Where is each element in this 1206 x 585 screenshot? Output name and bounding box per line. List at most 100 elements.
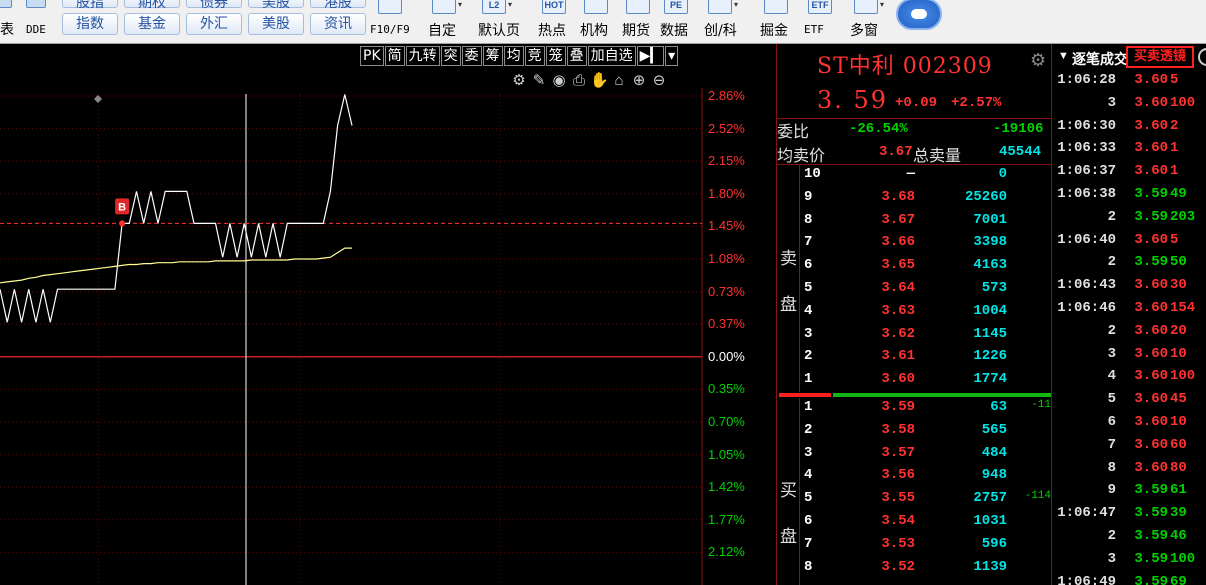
chart-tool-button[interactable]: 均 bbox=[503, 46, 524, 66]
zoom-in-icon[interactable]: ⊕ bbox=[630, 72, 648, 90]
buy-level-row[interactable]: 4 3.56 948 bbox=[777, 467, 1053, 490]
toolbar-label[interactable]: 表 bbox=[0, 19, 14, 39]
buy-level-row[interactable]: 5 3.55 2757 -114 bbox=[777, 490, 1053, 513]
toolbar-item-label[interactable]: 默认页 bbox=[478, 20, 520, 40]
buy-level-row[interactable]: 2 3.58 565 bbox=[777, 422, 1053, 445]
market-button[interactable]: 美股 bbox=[248, 0, 304, 11]
chart-tool-button[interactable]: 竞 bbox=[524, 46, 545, 66]
chart-tool-button[interactable]: PK bbox=[360, 46, 384, 66]
chart-tool-button[interactable]: 简 bbox=[384, 46, 405, 66]
sell-level-row[interactable]: 8 3.67 7001 bbox=[777, 212, 1053, 235]
zoom-out-icon[interactable]: ⊖ bbox=[650, 72, 668, 90]
toolbar-item-label[interactable]: 期货 bbox=[622, 20, 650, 40]
buy-level-row[interactable]: 3 3.57 484 bbox=[777, 445, 1053, 468]
sell-level-row[interactable]: 1 3.60 1774 bbox=[777, 371, 1053, 394]
trade-row[interactable]: 1:06:30 3.60 2 bbox=[1052, 118, 1206, 141]
buy-level-row[interactable]: 7 3.53 596 bbox=[777, 536, 1053, 559]
trade-row[interactable]: 1:06:49 3.59 69 bbox=[1052, 574, 1206, 585]
dropdown-arrow-icon[interactable]: ▾ bbox=[880, 0, 888, 12]
etf-icon[interactable]: ETF bbox=[808, 0, 832, 14]
lens-tab[interactable]: 买卖透镜 bbox=[1126, 46, 1194, 68]
chart-tool-button[interactable]: 筹 bbox=[482, 46, 503, 66]
dropdown-arrow-icon[interactable]: ▼ bbox=[1058, 50, 1069, 62]
settings-icon[interactable]: ⚙ bbox=[510, 72, 528, 90]
dropdown-arrow-icon[interactable]: ▾ bbox=[734, 0, 742, 12]
eye-icon[interactable]: ◉ bbox=[550, 72, 568, 90]
draw-icon[interactable]: ✎ bbox=[530, 72, 548, 90]
customize-icon[interactable] bbox=[432, 0, 456, 14]
data-icon[interactable]: PE bbox=[664, 0, 688, 14]
stock-title[interactable]: ST中利 002309 bbox=[817, 48, 993, 80]
sell-level-row[interactable]: 9 3.68 25260 bbox=[777, 189, 1053, 212]
trade-row[interactable]: 1:06:33 3.60 1 bbox=[1052, 140, 1206, 163]
quote-icon[interactable] bbox=[0, 0, 12, 8]
market-button[interactable]: 外汇 bbox=[186, 13, 242, 35]
market-button[interactable]: 指数 bbox=[62, 13, 118, 35]
trade-row[interactable]: 3 3.60 100 bbox=[1052, 95, 1206, 118]
toolbar-item-label[interactable]: 自定 bbox=[428, 20, 456, 40]
trade-row[interactable]: 1:06:46 3.60 154 bbox=[1052, 300, 1206, 323]
trade-row[interactable]: 1:06:38 3.59 49 bbox=[1052, 186, 1206, 209]
trade-row[interactable]: 4 3.60 100 bbox=[1052, 368, 1206, 391]
buy-level-row[interactable]: 8 3.52 1139 bbox=[777, 559, 1053, 582]
chart-tool-button[interactable]: 九转 bbox=[405, 46, 440, 66]
trade-row[interactable]: 7 3.60 60 bbox=[1052, 437, 1206, 460]
dde-icon[interactable] bbox=[26, 0, 46, 8]
sell-level-row[interactable]: 2 3.61 1226 bbox=[777, 348, 1053, 371]
trade-row[interactable]: 8 3.60 80 bbox=[1052, 460, 1206, 483]
buy-level-row[interactable]: 1 3.59 63 -11 bbox=[777, 399, 1053, 422]
hot-icon[interactable]: HOT bbox=[542, 0, 566, 14]
trade-row[interactable]: 9 3.59 61 bbox=[1052, 482, 1206, 505]
chart-tool-button[interactable]: 叠 bbox=[566, 46, 587, 66]
trade-row[interactable]: 1:06:47 3.59 39 bbox=[1052, 505, 1206, 528]
chart-tool-button[interactable]: 加自选 bbox=[587, 46, 636, 66]
market-button[interactable]: 股指 bbox=[62, 0, 118, 11]
market-button[interactable]: 债券 bbox=[186, 0, 242, 11]
chart-tool-button[interactable]: 笼 bbox=[545, 46, 566, 66]
sell-level-row[interactable]: 10 — 0 bbox=[777, 166, 1053, 189]
dropdown-arrow-icon[interactable]: ▾ bbox=[458, 0, 466, 12]
buy-level-row[interactable]: 6 3.54 1031 bbox=[777, 513, 1053, 536]
toolbar-item-label[interactable]: F10/F9 bbox=[370, 23, 410, 36]
chart-tool-button[interactable]: 突 bbox=[440, 46, 461, 66]
trade-row[interactable]: 1:06:37 3.60 1 bbox=[1052, 163, 1206, 186]
trade-row[interactable]: 6 3.60 10 bbox=[1052, 414, 1206, 437]
print-icon[interactable]: ⎙ bbox=[570, 72, 588, 90]
sell-level-row[interactable]: 5 3.64 573 bbox=[777, 280, 1053, 303]
toolbar-item-label[interactable]: 掘金 bbox=[760, 20, 788, 40]
market-button[interactable]: 资讯 bbox=[310, 13, 366, 35]
chart-tool-button[interactable]: 委 bbox=[461, 46, 482, 66]
L2-icon[interactable]: L2 bbox=[482, 0, 506, 14]
toolbar-item-label[interactable]: 热点 bbox=[538, 20, 566, 40]
trade-row[interactable]: 5 3.60 45 bbox=[1052, 391, 1206, 414]
sell-level-row[interactable]: 6 3.65 4163 bbox=[777, 257, 1053, 280]
intraday-chart[interactable]: B bbox=[0, 44, 776, 585]
market-button[interactable]: 基金 bbox=[124, 13, 180, 35]
F10-icon[interactable] bbox=[378, 0, 402, 14]
toolbar-item-label[interactable]: ETF bbox=[804, 23, 824, 36]
trade-row[interactable]: 2 3.59 46 bbox=[1052, 528, 1206, 551]
toolbar-label[interactable]: DDE bbox=[26, 23, 46, 36]
dropdown-arrow-icon[interactable]: ▾ bbox=[508, 0, 516, 12]
toolbar-item-label[interactable]: 数据 bbox=[660, 20, 688, 40]
sell-level-row[interactable]: 4 3.63 1004 bbox=[777, 303, 1053, 326]
trade-row[interactable]: 1:06:43 3.60 30 bbox=[1052, 277, 1206, 300]
market-button[interactable]: 美股 bbox=[248, 13, 304, 35]
app-logo-icon[interactable] bbox=[896, 0, 942, 30]
trade-row[interactable]: 3 3.60 10 bbox=[1052, 346, 1206, 369]
multi-window-icon[interactable] bbox=[854, 0, 878, 14]
market-button[interactable]: 期权 bbox=[124, 0, 180, 11]
toggle-circle-icon[interactable] bbox=[1198, 48, 1206, 66]
trade-row[interactable]: 3 3.59 100 bbox=[1052, 551, 1206, 574]
trade-row[interactable]: 2 3.59 203 bbox=[1052, 209, 1206, 232]
gear-icon[interactable]: ⚙ bbox=[1030, 50, 1046, 71]
trade-row[interactable]: 2 3.60 20 bbox=[1052, 323, 1206, 346]
sell-level-row[interactable]: 3 3.62 1145 bbox=[777, 326, 1053, 349]
trade-row[interactable]: 1:06:28 3.60 5 bbox=[1052, 72, 1206, 95]
star-market-icon[interactable] bbox=[708, 0, 732, 14]
futures-icon[interactable] bbox=[626, 0, 650, 14]
institution-icon[interactable] bbox=[584, 0, 608, 14]
trade-row[interactable]: 1:06:40 3.60 5 bbox=[1052, 232, 1206, 255]
lock-icon[interactable]: ⌂ bbox=[610, 72, 628, 90]
sell-level-row[interactable]: 7 3.66 3398 bbox=[777, 234, 1053, 257]
